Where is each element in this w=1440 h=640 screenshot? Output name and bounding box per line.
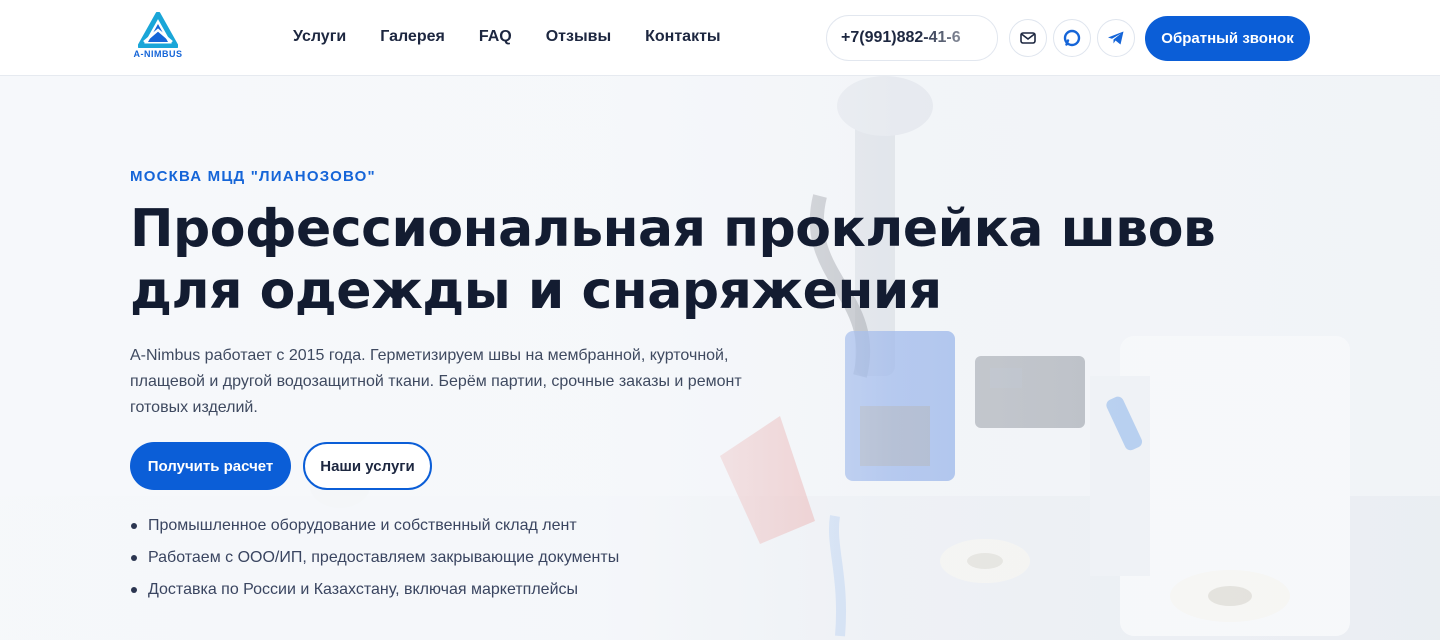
- list-item: Работаем с ООО/ИП, предоставляем закрыва…: [130, 542, 619, 574]
- hero-benefits-list: Промышленное оборудование и собственный …: [130, 510, 619, 606]
- hero-description: A-Nimbus работает с 2015 года. Герметизи…: [130, 347, 742, 416]
- hero-section: МОСКВА МЦД "ЛИАНОЗОВО" Профессиональная …: [130, 0, 1280, 640]
- hero-headline-line-1: Профессиональная проклейка швов: [130, 199, 1216, 259]
- nav-gallery[interactable]: Галерея: [380, 26, 445, 48]
- bullet-dot-icon: [131, 587, 137, 593]
- telegram-button[interactable]: [1097, 19, 1135, 57]
- bullet-dot-icon: [131, 555, 137, 561]
- benefit-text: Промышленное оборудование и собственный …: [148, 517, 577, 534]
- site-header: A-NIMBUS Услуги Галерея FAQ Отзывы Конта…: [0, 0, 1440, 76]
- mail-button[interactable]: [1009, 19, 1047, 57]
- our-services-button[interactable]: Наши услуги: [303, 442, 432, 490]
- hero-headline: Профессиональная проклейка швов для одеж…: [130, 198, 1280, 322]
- logo[interactable]: A-NIMBUS: [130, 12, 186, 64]
- main-nav: Услуги Галерея FAQ Отзывы Контакты: [293, 26, 721, 48]
- chat-button[interactable]: [1053, 19, 1091, 57]
- hero-location-label: МОСКВА МЦД "ЛИАНОЗОВО": [130, 168, 376, 185]
- benefit-text: Доставка по России и Казахстану, включая…: [148, 581, 579, 598]
- hero-headline-line-2: для одежды и снаряжения: [130, 261, 942, 321]
- page: A-NIMBUS Услуги Галерея FAQ Отзывы Конта…: [0, 0, 1440, 640]
- chat-icon: [1063, 29, 1081, 47]
- telegram-icon: [1108, 31, 1124, 45]
- nav-faq[interactable]: FAQ: [479, 26, 512, 48]
- nav-contacts[interactable]: Контакты: [645, 26, 720, 48]
- nav-reviews[interactable]: Отзывы: [546, 26, 611, 48]
- logo-text: A-NIMBUS: [133, 49, 183, 59]
- list-item: Доставка по России и Казахстану, включая…: [130, 574, 619, 606]
- nav-services[interactable]: Услуги: [293, 26, 346, 48]
- bullet-dot-icon: [131, 523, 137, 529]
- mail-icon: [1020, 32, 1036, 44]
- logo-mark-icon: [138, 12, 178, 48]
- list-item: Промышленное оборудование и собственный …: [130, 510, 619, 542]
- get-quote-button[interactable]: Получить расчет: [130, 442, 291, 490]
- benefit-text: Работаем с ООО/ИП, предоставляем закрыва…: [148, 549, 620, 566]
- callback-button[interactable]: Обратный звонок: [1145, 16, 1310, 61]
- phone-link[interactable]: +7(991)882-41-6: [826, 15, 998, 61]
